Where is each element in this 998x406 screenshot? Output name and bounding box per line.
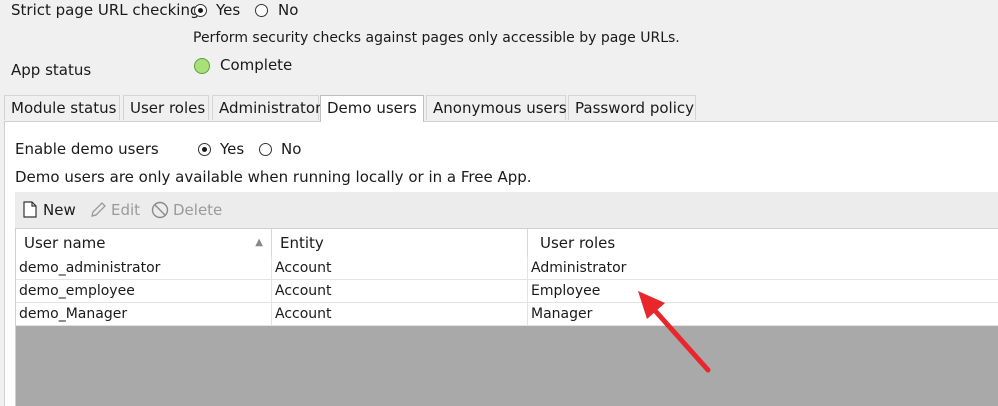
cell-entity: Account bbox=[272, 303, 528, 325]
column-header-user-name[interactable]: User name ▲ bbox=[16, 229, 272, 257]
cell-entity: Account bbox=[272, 257, 528, 279]
tab-demo-users[interactable]: Demo users bbox=[320, 95, 424, 122]
grid-toolbar: New Edit Delete bbox=[15, 192, 998, 228]
enable-no-label[interactable]: No bbox=[281, 140, 301, 158]
column-header-label: User name bbox=[24, 234, 106, 252]
strict-yes-label[interactable]: Yes bbox=[216, 1, 240, 19]
tab-anonymous-users[interactable]: Anonymous users bbox=[426, 95, 567, 120]
new-document-icon bbox=[23, 201, 37, 218]
enable-yes-radio[interactable] bbox=[198, 143, 211, 156]
cell-user-roles: Administrator bbox=[531, 260, 627, 276]
strict-no-radio[interactable] bbox=[255, 4, 268, 17]
strict-no-label[interactable]: No bbox=[278, 1, 298, 19]
enable-demo-users-label: Enable demo users bbox=[15, 140, 159, 158]
tab-module-status[interactable]: Module status bbox=[4, 95, 120, 120]
status-ok-icon bbox=[194, 58, 210, 74]
cell-user-roles: Employee bbox=[531, 283, 601, 299]
cell-user-roles: Manager bbox=[531, 306, 593, 322]
prohibited-icon bbox=[151, 201, 169, 219]
table-row[interactable]: demo_Manager Account Manager bbox=[16, 303, 998, 326]
cell-user-name: demo_administrator bbox=[16, 257, 272, 279]
cell-user-name: demo_employee bbox=[16, 280, 272, 302]
app-status-value: Complete bbox=[220, 56, 293, 74]
tab-administrator[interactable]: Administrator bbox=[212, 95, 321, 120]
table-row[interactable]: demo_administrator Account Administrator bbox=[16, 257, 998, 280]
strict-url-label: Strict page URL checking bbox=[11, 1, 200, 19]
column-header-entity[interactable]: Entity bbox=[272, 229, 528, 257]
demo-users-grid: User name ▲ Entity User roles demo_admin… bbox=[15, 228, 998, 406]
pencil-icon bbox=[91, 202, 106, 217]
app-status-label: App status bbox=[11, 61, 92, 79]
cell-user-name: demo_Manager bbox=[16, 303, 272, 325]
new-button-label: New bbox=[43, 201, 76, 219]
demo-users-panel: Enable demo users Yes No Demo users are … bbox=[4, 121, 998, 406]
grid-header: User name ▲ Entity User roles bbox=[16, 228, 998, 258]
column-header-label: User roles bbox=[540, 234, 616, 252]
column-header-label: Entity bbox=[280, 234, 324, 252]
table-row[interactable]: demo_employee Account Employee bbox=[16, 280, 998, 303]
enable-no-radio[interactable] bbox=[259, 143, 272, 156]
column-header-user-roles[interactable]: User roles bbox=[528, 229, 998, 257]
edit-button-label: Edit bbox=[111, 201, 141, 219]
strict-yes-radio[interactable] bbox=[194, 4, 207, 17]
cell-entity: Account bbox=[272, 280, 528, 302]
tab-user-roles[interactable]: User roles bbox=[123, 95, 209, 120]
sort-ascending-icon: ▲ bbox=[255, 237, 263, 248]
enable-yes-label[interactable]: Yes bbox=[220, 140, 244, 158]
delete-button-label: Delete bbox=[173, 201, 223, 219]
strict-url-help: Perform security checks against pages on… bbox=[193, 30, 680, 46]
tab-password-policy[interactable]: Password policy bbox=[568, 95, 696, 120]
demo-users-info: Demo users are only available when runni… bbox=[15, 168, 532, 186]
